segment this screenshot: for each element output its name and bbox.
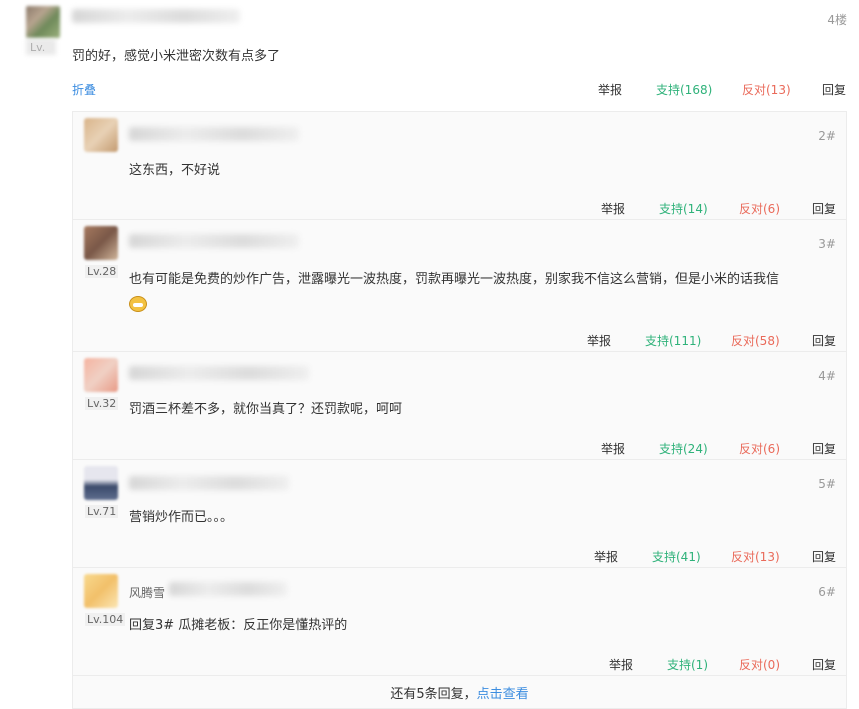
reply-text: 回复3# 瓜摊老板：反正你是懂热评的 [129,618,348,633]
oppose-button[interactable]: 反对(13) [742,81,791,98]
reply-item: Lv.104 风腾雪 6# 回复3# 瓜摊老板：反正你是懂热评的 举报 支持(1… [73,568,846,676]
support-button[interactable]: 支持(24) [659,440,708,457]
floor-number: 2# [818,129,836,143]
report-button[interactable]: 举报 [601,200,625,217]
user-level: Lv.71 [85,505,119,518]
reply-item: 2# 这东西，不好说 举报 支持(14) 反对(6) 回复 [73,112,846,220]
user-level: Lv. [30,41,46,54]
username-blurred[interactable] [129,366,309,380]
username-blurred[interactable] [129,127,299,141]
report-button[interactable]: 举报 [601,440,625,457]
reply-button[interactable]: 回复 [812,200,836,217]
support-button[interactable]: 支持(41) [652,548,701,565]
reply-item: Lv.28 3# 也有可能是免费的炒作广告，泄露曝光一波热度，罚款再曝光一波热度… [73,220,846,352]
reply-button[interactable]: 回复 [812,440,836,457]
support-button[interactable]: 支持(168) [656,81,712,98]
username-blurred[interactable] [129,234,299,248]
oppose-button[interactable]: 反对(6) [739,440,780,457]
user-level: Lv.104 [85,613,126,626]
more-replies-text: 还有5条回复， [390,687,477,702]
laughing-emoji-icon [129,295,147,312]
oppose-button[interactable]: 反对(0) [739,656,780,673]
reply-text: 罚酒三杯差不多，就你当真了？还罚款呢，呵呵 [129,402,403,417]
avatar[interactable] [84,118,118,152]
avatar[interactable] [84,358,118,392]
avatar[interactable] [26,6,60,38]
support-button[interactable]: 支持(14) [659,200,708,217]
username-blurred[interactable] [72,9,240,23]
fold-link[interactable]: 折叠 [72,81,96,98]
more-replies: 还有5条回复，点击查看 [73,683,846,702]
avatar[interactable] [84,226,118,260]
replies-panel: 2# 这东西，不好说 举报 支持(14) 反对(6) 回复 Lv.28 3# 也… [72,111,847,709]
floor-number: 4楼 [827,13,847,27]
avatar[interactable] [84,574,118,608]
avatar[interactable] [84,466,118,500]
reply-text: 也有可能是免费的炒作广告，泄露曝光一波热度，罚款再曝光一波热度，别家我不信这么营… [129,268,839,316]
reply-item: Lv.32 4# 罚酒三杯差不多，就你当真了？还罚款呢，呵呵 举报 支持(24)… [73,352,846,460]
username-blurred [169,582,287,596]
reply-text: 这东西，不好说 [129,163,221,178]
user-level: Lv.32 [85,397,119,410]
reply-button[interactable]: 回复 [812,548,836,565]
comment-text: 罚的好，感觉小米泄密次数有点多了 [72,49,281,64]
reply-text: 营销炒作而已。。。 [129,510,234,525]
report-button[interactable]: 举报 [598,81,622,98]
oppose-button[interactable]: 反对(6) [739,200,780,217]
floor-number: 3# [818,237,836,251]
username-blurred[interactable] [129,476,289,490]
floor-number: 6# [818,585,836,599]
reply-button[interactable]: 回复 [822,81,846,98]
main-comment: Lv. 4楼 罚的好，感觉小米泄密次数有点多了 折叠 举报 支持(168) 反对… [0,0,859,110]
floor-number: 5# [818,477,836,491]
report-button[interactable]: 举报 [594,548,618,565]
reply-button[interactable]: 回复 [812,332,836,349]
support-button[interactable]: 支持(111) [645,332,701,349]
oppose-button[interactable]: 反对(58) [731,332,780,349]
oppose-button[interactable]: 反对(13) [731,548,780,565]
user-level: Lv.28 [85,265,119,278]
support-button[interactable]: 支持(1) [667,656,708,673]
report-button[interactable]: 举报 [587,332,611,349]
report-button[interactable]: 举报 [609,656,633,673]
reply-item: Lv.71 5# 营销炒作而已。。。 举报 支持(41) 反对(13) 回复 [73,460,846,568]
floor-number: 4# [818,369,836,383]
reply-text-content: 也有可能是免费的炒作广告，泄露曝光一波热度，罚款再曝光一波热度，别家我不信这么营… [129,272,780,287]
username[interactable]: 风腾雪 [129,584,165,601]
reply-button[interactable]: 回复 [812,656,836,673]
view-more-link[interactable]: 点击查看 [477,687,529,702]
